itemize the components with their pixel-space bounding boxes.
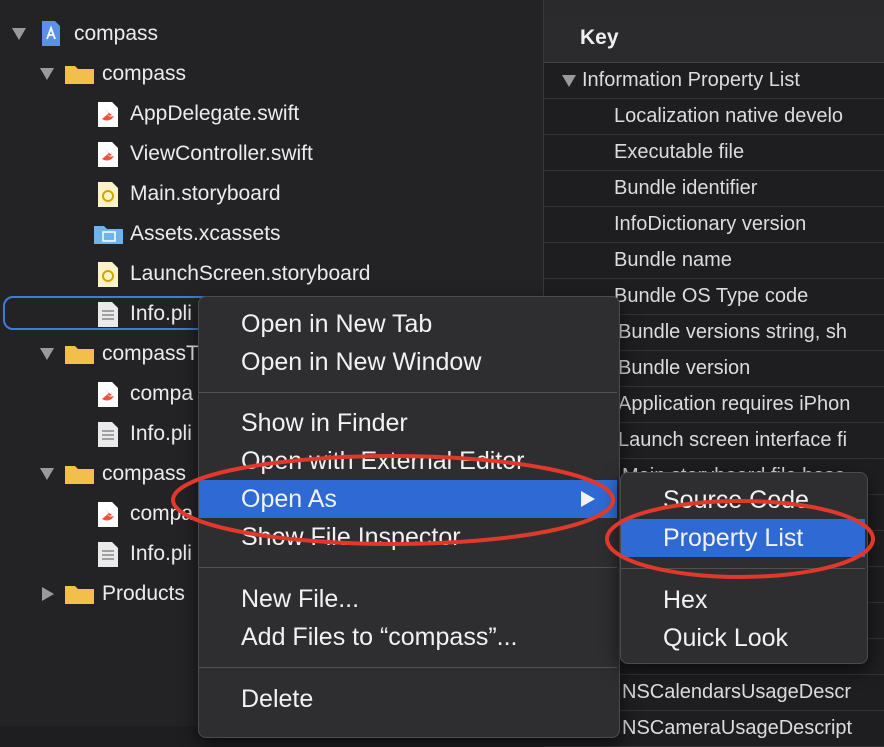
plist-row[interactable]: Bundle identifier <box>544 171 884 207</box>
assets-folder-icon <box>94 226 123 244</box>
disclosure-open-icon[interactable] <box>40 68 54 80</box>
menu-item-open-in-new-tab[interactable]: Open in New Tab <box>199 305 617 343</box>
nav-item-label: ViewController.swift <box>130 142 313 165</box>
plist-root-row[interactable]: Information Property List <box>544 63 884 99</box>
submenu-item-quick-look[interactable]: Quick Look <box>621 619 865 657</box>
context-menu: Open in New Tab Open in New Window Show … <box>198 296 620 738</box>
folder-icon <box>65 466 94 484</box>
folder-icon <box>65 586 94 604</box>
menu-separator <box>621 568 865 569</box>
nav-item-label: LaunchScreen.storyboard <box>130 262 371 285</box>
menu-item-open-as[interactable]: Open As <box>199 480 617 518</box>
plist-key: Bundle OS Type code <box>614 285 809 307</box>
editor-jump-bar <box>544 0 884 15</box>
disclosure-open-icon[interactable] <box>12 28 26 40</box>
submenu-item-source-code[interactable]: Source Code <box>621 481 865 519</box>
nav-item-label: Assets.xcassets <box>130 222 281 245</box>
plist-key: NSCameraUsageDescript <box>622 717 853 739</box>
menu-item-open-in-new-window[interactable]: Open in New Window <box>199 343 617 381</box>
nav-item-file[interactable]: ViewController.swift <box>0 134 543 174</box>
plist-file-icon <box>98 422 118 447</box>
plist-row[interactable]: Localization native develo <box>544 99 884 135</box>
menu-item-add-files[interactable]: Add Files to “compass”... <box>199 618 617 656</box>
swift-file-icon <box>98 382 118 407</box>
nav-item-label: Info.pli <box>130 302 192 325</box>
nav-item-label: Main.storyboard <box>130 182 281 205</box>
nav-item-label: compa <box>130 382 194 405</box>
swift-file-icon <box>98 502 118 527</box>
disclosure-open-icon[interactable] <box>562 75 576 87</box>
plist-key: Bundle versions string, sh <box>618 321 848 343</box>
project-icon <box>42 21 60 46</box>
storyboard-file-icon <box>98 262 118 287</box>
submenu-arrow-icon <box>581 491 595 507</box>
nav-item-folder[interactable]: compass <box>0 54 543 94</box>
menu-separator <box>199 392 617 393</box>
menu-separator <box>199 567 617 568</box>
plist-key: Localization native develo <box>614 105 844 127</box>
nav-item-label: compa <box>130 502 194 525</box>
plist-key: NSCalendarsUsageDescr <box>622 681 851 703</box>
plist-key: Executable file <box>614 141 745 163</box>
plist-key: Launch screen interface fi <box>618 429 848 451</box>
column-header-label: Key <box>580 26 619 49</box>
storyboard-file-icon <box>98 182 118 207</box>
menu-separator <box>199 667 617 668</box>
plist-file-icon <box>98 542 118 567</box>
folder-icon <box>65 346 94 364</box>
plist-file-icon <box>98 302 118 327</box>
column-header-key[interactable]: Key <box>544 14 884 63</box>
disclosure-closed-icon[interactable] <box>42 587 54 601</box>
submenu-item-property-list[interactable]: Property List <box>621 519 865 557</box>
plist-row[interactable]: Bundle name <box>544 243 884 279</box>
submenu-item-hex[interactable]: Hex <box>621 581 865 619</box>
nav-item-file[interactable]: Main.storyboard <box>0 174 543 214</box>
menu-item-label: Open As <box>241 485 337 513</box>
plist-key: Bundle name <box>614 249 732 271</box>
nav-item-label: compass <box>102 462 187 485</box>
menu-item-open-with-external-editor[interactable]: Open with External Editor <box>199 442 617 480</box>
menu-item-show-file-inspector[interactable]: Show File Inspector <box>199 518 617 556</box>
menu-item-new-file[interactable]: New File... <box>199 580 617 618</box>
menu-item-delete[interactable]: Delete <box>199 680 617 718</box>
plist-row[interactable]: Executable file <box>544 135 884 171</box>
plist-row[interactable]: InfoDictionary version <box>544 207 884 243</box>
disclosure-open-icon[interactable] <box>40 348 54 360</box>
nav-item-label: compass <box>102 62 187 85</box>
menu-item-show-in-finder[interactable]: Show in Finder <box>199 404 617 442</box>
plist-key: Bundle version <box>618 357 751 379</box>
plist-key: Bundle identifier <box>614 177 758 199</box>
nav-item-file[interactable]: LaunchScreen.storyboard <box>0 254 543 294</box>
open-as-submenu: Source Code Property List Hex Quick Look <box>620 472 868 664</box>
plist-key: InfoDictionary version <box>614 213 807 235</box>
plist-root-label: Information Property List <box>582 69 800 91</box>
nav-item-label: AppDelegate.swift <box>130 102 300 125</box>
nav-item-label: Products <box>102 582 185 605</box>
disclosure-open-icon[interactable] <box>40 468 54 480</box>
nav-item-label: compass <box>74 22 159 45</box>
nav-item-file[interactable]: AppDelegate.swift <box>0 94 543 134</box>
swift-file-icon <box>98 102 118 127</box>
nav-item-label: compassT <box>102 342 199 365</box>
nav-item-file[interactable]: Assets.xcassets <box>0 214 543 254</box>
swift-file-icon <box>98 142 118 167</box>
nav-item-label: Info.pli <box>130 422 192 445</box>
plist-key: Application requires iPhon <box>618 393 851 415</box>
nav-item-project[interactable]: compass <box>0 14 543 54</box>
folder-icon <box>65 66 94 84</box>
nav-item-label: Info.pli <box>130 542 192 565</box>
